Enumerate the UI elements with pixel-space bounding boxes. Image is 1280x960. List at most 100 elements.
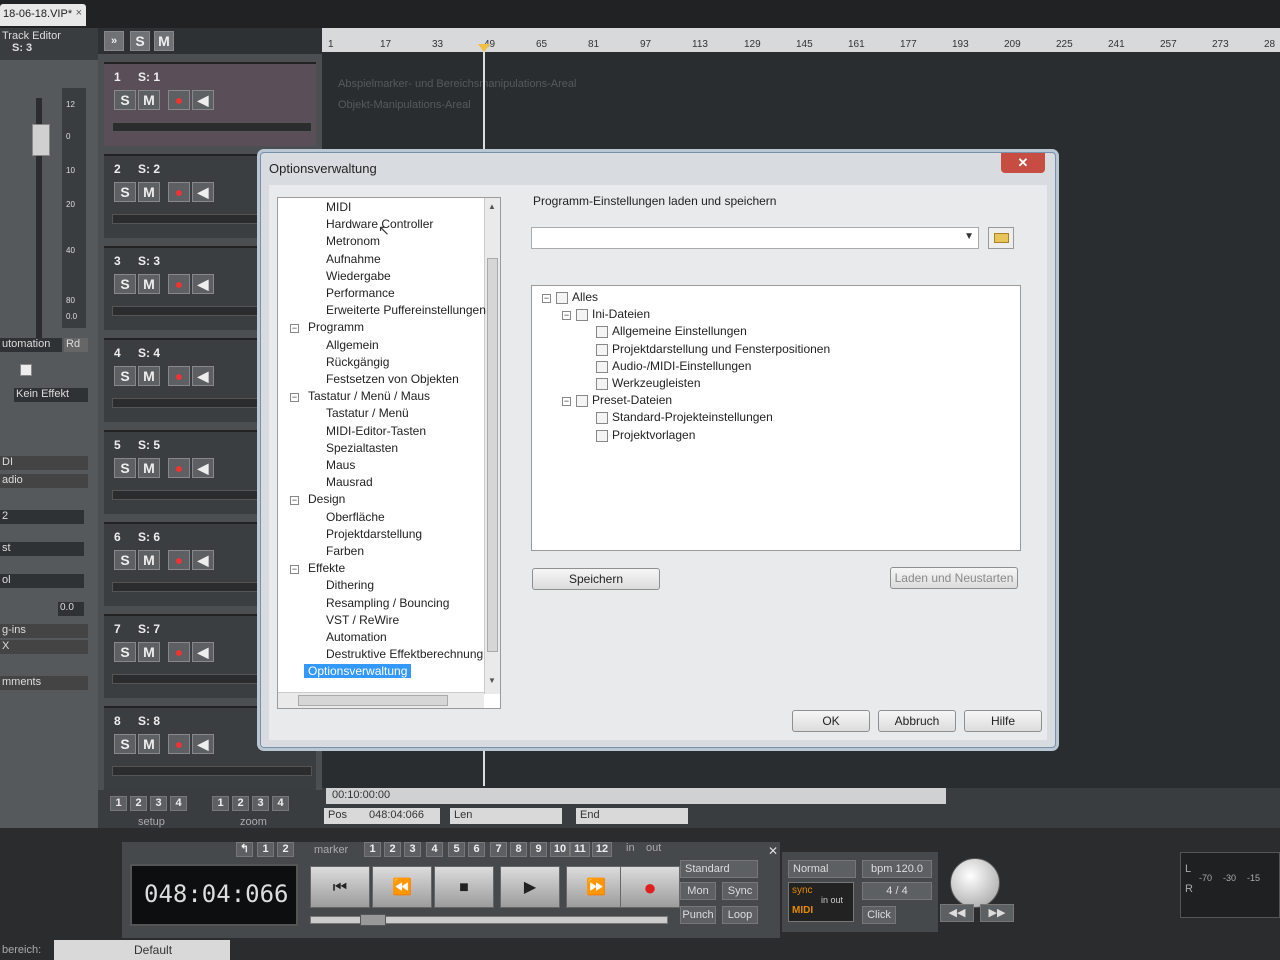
speaker-icon[interactable]: ◀ <box>192 182 214 202</box>
track-name[interactable]: S: 2 <box>138 162 160 176</box>
position-slider-handle[interactable] <box>360 914 386 926</box>
scroll-thumb[interactable] <box>487 258 498 652</box>
record-arm-icon[interactable]: ● <box>168 458 190 478</box>
tree-item[interactable]: Maus <box>326 458 355 472</box>
track-name[interactable]: S: 3 <box>138 254 160 268</box>
ok-button[interactable]: OK <box>792 710 870 732</box>
tree-item[interactable]: Oberfläche <box>326 510 385 524</box>
tree-item[interactable]: Performance <box>326 286 395 300</box>
click-button[interactable]: Click <box>862 906 896 924</box>
checkbox[interactable] <box>596 360 608 373</box>
pan-value[interactable]: 0.0 <box>58 602 84 616</box>
tree-item[interactable]: Spezialtasten <box>326 441 398 455</box>
loop-button[interactable]: Loop <box>722 906 758 924</box>
speaker-icon[interactable]: ◀ <box>192 458 214 478</box>
loop-number-button[interactable]: 2 <box>277 842 294 857</box>
options-tree[interactable]: ▲ ▼ MIDI Hardware Controller Metronom Aufna… <box>277 197 501 709</box>
len-field[interactable]: Len <box>450 808 562 824</box>
jog-forward-icon[interactable]: ▶▶ <box>980 904 1014 922</box>
checkbox[interactable] <box>596 326 608 339</box>
play-icon[interactable]: ▶ <box>500 866 560 908</box>
tree-item[interactable]: Farben <box>326 544 364 558</box>
record-arm-icon[interactable]: ● <box>168 182 190 202</box>
tree-item[interactable]: Projektdarstellung <box>326 527 422 541</box>
solo-button[interactable]: S <box>114 550 136 570</box>
channel-select[interactable]: 2 <box>0 510 84 524</box>
marker-button[interactable]: 7 <box>490 842 507 857</box>
default-select[interactable]: Default <box>54 940 230 960</box>
automation-checkbox[interactable] <box>20 364 32 376</box>
solo-button[interactable]: S <box>114 642 136 662</box>
tree-item[interactable]: Design <box>308 492 345 506</box>
mute-button[interactable]: M <box>138 274 160 294</box>
checkbox[interactable] <box>596 378 608 390</box>
tree-item[interactable]: Mausrad <box>326 475 373 489</box>
scroll-up-icon[interactable]: ▲ <box>488 202 496 211</box>
jog-wheel[interactable] <box>950 858 1000 908</box>
tree-item[interactable]: Allgemein <box>326 338 379 352</box>
track-name[interactable]: S: 6 <box>138 530 160 544</box>
tree-item[interactable]: MIDI-Editor-Tasten <box>326 424 426 438</box>
effect-select[interactable]: Kein Effekt <box>14 388 88 402</box>
record-arm-icon[interactable]: ● <box>168 90 190 110</box>
volume-fader-handle[interactable] <box>32 124 50 156</box>
track-row[interactable]: 1 S: 1 S M ● ◀ <box>104 62 316 146</box>
pos-field[interactable]: Pos 048:04:066 <box>324 808 440 824</box>
help-button[interactable]: Hilfe <box>964 710 1042 732</box>
tree-item[interactable]: Metronom <box>326 234 380 248</box>
forward-icon[interactable]: ⏩ <box>566 866 626 908</box>
record-arm-icon[interactable]: ● <box>168 550 190 570</box>
track-name[interactable]: S: 1 <box>138 70 160 84</box>
settings-checklist[interactable]: − Alles − Ini-Dateien Allgemeine Einstellung… <box>531 285 1021 551</box>
checkbox[interactable] <box>596 412 608 425</box>
normal-select[interactable]: Normal <box>788 860 856 878</box>
loop-back-icon[interactable]: ↰ <box>236 842 253 857</box>
mute-button[interactable]: M <box>138 90 160 110</box>
mode-select[interactable]: Standard <box>680 860 758 878</box>
setup-number-button[interactable]: 4 <box>170 796 187 811</box>
setup-number-button[interactable]: 1 <box>110 796 127 811</box>
settings-combo[interactable]: ▼ <box>531 227 979 249</box>
speaker-icon[interactable]: ◀ <box>192 550 214 570</box>
track-name[interactable]: S: 4 <box>138 346 160 360</box>
collapse-icon[interactable]: − <box>290 393 299 403</box>
tree-item[interactable]: Optionsverwaltung <box>304 664 412 679</box>
speaker-icon[interactable]: ◀ <box>192 274 214 294</box>
marker-button[interactable]: 4 <box>426 842 443 857</box>
speaker-icon[interactable]: ◀ <box>192 366 214 386</box>
solo-button[interactable]: S <box>114 458 136 478</box>
punch-button[interactable]: Punch <box>680 906 716 924</box>
zoom-number-button[interactable]: 4 <box>272 796 289 811</box>
tree-item[interactable]: VST / ReWire <box>326 613 399 627</box>
mute-button[interactable]: M <box>138 182 160 202</box>
loop-number-button[interactable]: 1 <box>257 842 274 857</box>
marker-button[interactable]: 6 <box>468 842 485 857</box>
checkbox[interactable] <box>576 395 588 408</box>
mute-button[interactable]: M <box>138 734 160 754</box>
end-field[interactable]: End <box>576 808 688 824</box>
expand-icon[interactable]: » <box>104 31 124 51</box>
scroll-down-icon[interactable]: ▼ <box>488 676 496 685</box>
tree-item[interactable]: Tastatur / Menü / Maus <box>308 389 430 403</box>
zoom-number-button[interactable]: 2 <box>232 796 249 811</box>
solo-all-button[interactable]: S <box>130 31 150 51</box>
tree-vertical-scrollbar[interactable]: ▲ ▼ <box>484 198 500 694</box>
tree-item[interactable]: Destruktive Effektberechnung <box>326 647 483 661</box>
tree-item[interactable]: Resampling / Bouncing <box>326 596 449 610</box>
record-arm-icon[interactable]: ● <box>168 642 190 662</box>
open-folder-button[interactable] <box>988 227 1014 249</box>
solo-button[interactable]: S <box>114 182 136 202</box>
collapse-icon[interactable]: − <box>290 324 299 334</box>
time-counter[interactable]: 048:04:066 <box>130 864 298 926</box>
load-restart-button[interactable]: Laden und Neustarten <box>890 567 1018 589</box>
output-select[interactable]: ol <box>0 574 84 588</box>
track-name[interactable]: S: 5 <box>138 438 160 452</box>
close-icon[interactable]: ✕ <box>768 844 778 858</box>
track-name[interactable]: S: 8 <box>138 714 160 728</box>
sync-button[interactable]: Sync <box>722 882 758 900</box>
jog-back-icon[interactable]: ◀◀ <box>940 904 974 922</box>
tree-item[interactable]: Erweiterte Puffereinstellungen <box>326 303 486 317</box>
collapse-icon[interactable]: − <box>290 565 299 575</box>
checkbox[interactable] <box>596 343 608 356</box>
tree-item[interactable]: MIDI <box>326 200 351 214</box>
